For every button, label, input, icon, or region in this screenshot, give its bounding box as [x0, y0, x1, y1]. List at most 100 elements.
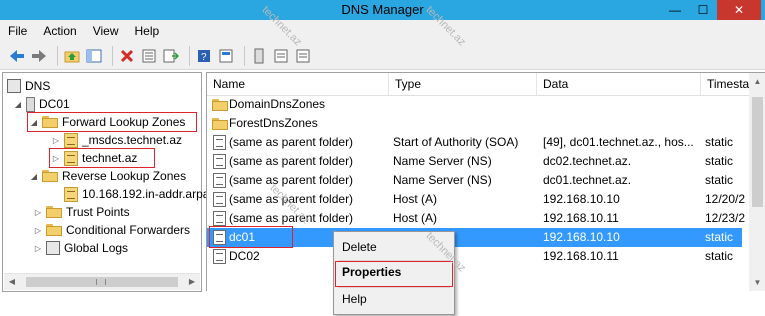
- tree-item-label: Global Logs: [64, 241, 129, 255]
- record-icon: [213, 173, 226, 188]
- expand-icon[interactable]: ▷: [33, 208, 43, 217]
- vertical-scrollbar[interactable]: ▲ ▼: [749, 73, 765, 291]
- scroll-down-icon[interactable]: ▼: [749, 274, 765, 291]
- tree-item-dc01[interactable]: ◢ DC01: [13, 95, 70, 113]
- tree-item-label: Trust Points: [66, 205, 130, 219]
- expand-icon[interactable]: ▷: [51, 136, 61, 145]
- expand-icon[interactable]: ▷: [33, 226, 43, 235]
- record-icon[interactable]: [294, 47, 312, 65]
- table-row[interactable]: ForestDnsZones: [207, 114, 742, 133]
- tree-item-global-logs[interactable]: ▷ Global Logs: [33, 239, 128, 257]
- row-name: DomainDnsZones: [229, 97, 326, 111]
- row-data: 192.168.10.10: [543, 230, 620, 244]
- toolbar-separator: [189, 45, 190, 66]
- scroll-left-icon[interactable]: ◀: [4, 274, 20, 290]
- tree-item-label: DC01: [39, 97, 70, 111]
- highlight-box: [209, 226, 293, 248]
- menu-file[interactable]: File: [0, 20, 35, 42]
- folder-icon: [46, 206, 62, 218]
- highlight-box: [27, 112, 197, 132]
- menu-view[interactable]: View: [85, 20, 127, 42]
- zone-icon[interactable]: [272, 47, 290, 65]
- zone-icon: [64, 186, 78, 202]
- export-list-icon[interactable]: [162, 47, 180, 65]
- toolbar-separator: [112, 45, 113, 66]
- collapse-icon[interactable]: ◢: [29, 172, 39, 181]
- dns-icon: [7, 79, 21, 93]
- column-header-timestamp[interactable]: Timestamp: [701, 73, 765, 95]
- scroll-right-icon[interactable]: ▶: [184, 274, 200, 290]
- tree-item-dns[interactable]: DNS: [7, 77, 50, 95]
- scroll-grip: [96, 279, 106, 285]
- record-icon: [213, 249, 226, 264]
- folder-icon: [212, 118, 228, 130]
- forward-arrow-icon[interactable]: [30, 47, 48, 65]
- up-folder-icon[interactable]: [63, 47, 81, 65]
- context-menu-help[interactable]: Help: [335, 288, 451, 310]
- table-row[interactable]: (same as parent folder) Name Server (NS)…: [207, 152, 742, 171]
- column-header-name[interactable]: Name: [207, 73, 389, 95]
- row-data: dc02.technet.az.: [543, 154, 632, 168]
- show-hide-tree-icon[interactable]: [85, 47, 103, 65]
- minimize-button[interactable]: —: [661, 0, 689, 20]
- scroll-thumb[interactable]: [752, 97, 763, 207]
- records-list: Name Type Data Timestamp DomainDnsZones …: [206, 72, 765, 291]
- row-data: 192.168.10.11: [543, 211, 619, 225]
- logs-icon: [46, 241, 60, 255]
- tree-item-msdcs-zone[interactable]: ▷ _msdcs.technet.az: [51, 131, 182, 149]
- row-type: Host (A): [393, 211, 438, 225]
- delete-x-icon[interactable]: [118, 47, 136, 65]
- record-icon[interactable]: [217, 47, 235, 65]
- tree-item-conditional-forwarders[interactable]: ▷ Conditional Forwarders: [33, 221, 190, 239]
- table-row[interactable]: (same as parent folder) Name Server (NS)…: [207, 171, 742, 190]
- back-arrow-icon[interactable]: [8, 47, 26, 65]
- highlight-box: [335, 261, 453, 287]
- row-name: (same as parent folder): [229, 173, 354, 187]
- column-header-data[interactable]: Data: [537, 73, 701, 95]
- toolbar-separator: [57, 45, 58, 66]
- row-data: dc01.technet.az.: [543, 173, 632, 187]
- server-icon[interactable]: [250, 47, 268, 65]
- tree-item-reverse-zone[interactable]: 10.168.192.in-addr.arpa: [64, 185, 209, 203]
- help-icon[interactable]: ?: [195, 47, 213, 65]
- row-timestamp: static: [705, 135, 734, 149]
- maximize-button[interactable]: ☐: [689, 0, 717, 20]
- table-row[interactable]: DomainDnsZones: [207, 95, 742, 114]
- record-icon: [213, 135, 226, 150]
- row-timestamp: 12/20/2: [705, 192, 745, 206]
- row-type: Name Server (NS): [393, 154, 492, 168]
- menu-action[interactable]: Action: [35, 20, 84, 42]
- row-type: Start of Authority (SOA): [393, 135, 519, 149]
- tree-item-trust-points[interactable]: ▷ Trust Points: [33, 203, 130, 221]
- tree-item-label: Reverse Lookup Zones: [62, 169, 187, 183]
- toolbar-separator: [244, 45, 245, 66]
- tree-item-reverse-lookup-zones[interactable]: ◢ Reverse Lookup Zones: [29, 167, 186, 185]
- table-row[interactable]: DC02 192.168.10.11 static: [207, 247, 742, 266]
- folder-icon: [42, 170, 58, 182]
- folder-icon: [212, 99, 228, 111]
- record-icon: [213, 211, 226, 226]
- menu-help[interactable]: Help: [127, 20, 168, 42]
- zone-icon: [64, 132, 78, 148]
- close-button[interactable]: ✕: [717, 0, 761, 20]
- scroll-up-icon[interactable]: ▲: [749, 73, 765, 90]
- row-type: Host (A): [393, 192, 438, 206]
- row-timestamp: static: [705, 249, 734, 263]
- table-row[interactable]: (same as parent folder) Start of Authori…: [207, 133, 742, 152]
- properties-sheet-icon[interactable]: [140, 47, 158, 65]
- collapse-icon[interactable]: ◢: [13, 100, 23, 109]
- row-type: Name Server (NS): [393, 173, 492, 187]
- row-data: 192.168.10.10: [543, 192, 620, 206]
- row-name: (same as parent folder): [229, 192, 354, 206]
- expand-icon[interactable]: ▷: [33, 244, 43, 253]
- horizontal-scrollbar[interactable]: ◀ ▶: [4, 273, 200, 290]
- window-title: DNS Manager: [341, 2, 424, 17]
- column-header-type[interactable]: Type: [389, 73, 537, 95]
- row-timestamp: 12/23/2: [705, 211, 745, 225]
- row-data: 192.168.10.11: [543, 249, 619, 263]
- row-name: ForestDnsZones: [229, 116, 318, 130]
- row-name: (same as parent folder): [229, 154, 354, 168]
- server-icon: [26, 96, 35, 112]
- list-header: Name Type Data Timestamp: [207, 73, 765, 96]
- tree-item-label: Conditional Forwarders: [66, 223, 191, 237]
